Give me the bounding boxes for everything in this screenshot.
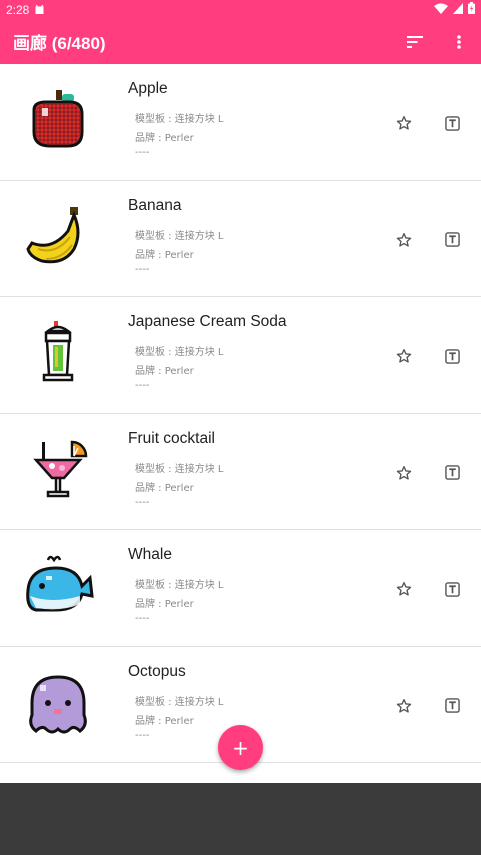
item-brand: 品牌 : Perler <box>135 249 194 261</box>
star-outline-icon <box>396 349 412 363</box>
item-board: 模型板 : 连接方块 L <box>135 463 224 475</box>
text-format-button[interactable] <box>442 462 462 484</box>
wifi-icon <box>434 3 448 17</box>
item-board: 模型板 : 连接方块 L <box>135 580 224 591</box>
text-box-icon <box>444 698 460 713</box>
text-format-button[interactable] <box>442 695 462 717</box>
page-title: 画廊 (6/480) <box>13 34 106 53</box>
item-brand: 品牌 : Perler <box>135 366 194 377</box>
item-extra: ---- <box>135 380 150 391</box>
item-extra: ---- <box>135 263 150 275</box>
item-board: 模型板 : 连接方块 L <box>135 347 224 358</box>
list-item[interactable]: Whale 模型板 : 连接方块 L 品牌 : Perler ---- <box>0 530 481 647</box>
item-extra: ---- <box>135 613 150 624</box>
text-box-icon <box>444 465 460 480</box>
gallery-list[interactable]: Apple 模型板 : 连接方块 L 品牌 : Perler ---- Bana… <box>0 64 481 783</box>
item-name: Banana <box>128 196 182 214</box>
item-extra: ---- <box>135 147 150 158</box>
signal-icon <box>453 2 463 17</box>
more-options-button[interactable] <box>437 19 481 64</box>
text-box-icon <box>444 232 460 247</box>
more-vert-icon <box>457 34 461 49</box>
apple-pixel-art-thumbnail[interactable] <box>22 86 94 158</box>
battery-icon <box>468 2 475 17</box>
fruit-cocktail-pixel-art-thumbnail[interactable] <box>22 436 94 508</box>
list-item[interactable]: Apple 模型板 : 连接方块 L 品牌 : Perler ---- <box>0 64 481 181</box>
cream-soda-pixel-art-thumbnail[interactable] <box>22 319 94 391</box>
item-brand: 品牌 : Perler <box>135 133 194 144</box>
list-item[interactable]: Japanese Cream Soda 模型板 : 连接方块 L 品牌 : Pe… <box>0 297 481 414</box>
text-box-icon <box>444 348 460 364</box>
item-name: Japanese Cream Soda <box>128 313 287 330</box>
item-name: Octopus <box>128 662 186 680</box>
item-name: Fruit cocktail <box>128 429 215 447</box>
star-outline-icon <box>396 232 412 247</box>
bottom-area <box>0 783 481 855</box>
item-brand: 品牌 : Perler <box>135 715 194 727</box>
favorite-button[interactable] <box>393 112 415 134</box>
star-outline-icon <box>396 116 412 130</box>
app-bar: 画廊 (6/480) <box>0 19 481 64</box>
star-outline-icon <box>396 698 412 713</box>
favorite-button[interactable] <box>393 462 415 484</box>
octopus-pixel-art-thumbnail[interactable] <box>22 669 94 741</box>
status-bar: 2:28 <box>0 0 481 19</box>
item-name: Whale <box>128 546 172 563</box>
text-box-icon <box>444 581 460 597</box>
favorite-button[interactable] <box>393 695 415 717</box>
text-format-button[interactable] <box>442 578 462 600</box>
whale-pixel-art-thumbnail[interactable] <box>22 552 94 624</box>
item-extra: ---- <box>135 729 150 741</box>
star-outline-icon <box>396 465 412 480</box>
text-format-button[interactable] <box>442 345 462 367</box>
plus-icon: + <box>232 735 249 760</box>
add-button[interactable]: + <box>218 725 263 770</box>
item-board: 模型板 : 连接方块 L <box>135 114 224 125</box>
item-brand: 品牌 : Perler <box>135 482 194 494</box>
android-notification-icon <box>35 3 44 17</box>
star-outline-icon <box>396 582 412 596</box>
item-extra: ---- <box>135 496 150 508</box>
status-time: 2:28 <box>6 2 30 17</box>
item-board: 模型板 : 连接方块 L <box>135 696 224 708</box>
favorite-button[interactable] <box>393 578 415 600</box>
item-name: Apple <box>128 80 168 97</box>
text-format-button[interactable] <box>442 112 462 134</box>
list-item[interactable]: Banana 模型板 : 连接方块 L 品牌 : Perler ---- <box>0 181 481 297</box>
favorite-button[interactable] <box>393 229 415 251</box>
item-brand: 品牌 : Perler <box>135 599 194 610</box>
sort-button[interactable] <box>393 19 437 64</box>
list-item[interactable]: Fruit cocktail 模型板 : 连接方块 L 品牌 : Perler … <box>0 414 481 530</box>
banana-pixel-art-thumbnail[interactable] <box>22 203 94 275</box>
sort-icon <box>407 35 423 48</box>
item-board: 模型板 : 连接方块 L <box>135 230 224 242</box>
text-box-icon <box>444 115 460 131</box>
text-format-button[interactable] <box>442 229 462 251</box>
favorite-button[interactable] <box>393 345 415 367</box>
